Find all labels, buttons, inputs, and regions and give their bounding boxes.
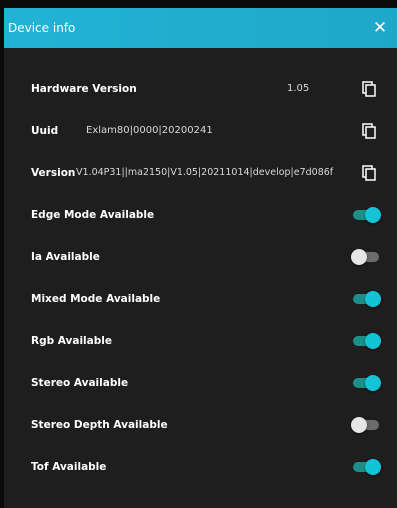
stereo-depth-label: Stereo Depth Available <box>31 419 168 431</box>
toggle-thumb <box>365 375 381 391</box>
tof-label: Tof Available <box>31 461 107 473</box>
close-icon: ✕ <box>372 18 388 38</box>
copy-icon <box>362 165 376 181</box>
version-label: Version <box>31 167 76 179</box>
version-row: Version V1.04P31||ma2150|V1.05|20211014|… <box>4 152 397 194</box>
toggle-row-ia: Ia Available <box>4 236 397 278</box>
toggle-thumb <box>365 459 381 475</box>
stereo-depth-toggle[interactable] <box>351 417 381 433</box>
copy-uuid-button[interactable] <box>360 122 378 140</box>
dialog-title: Device info <box>8 21 76 35</box>
hardware-version-value: 1.05 <box>287 83 310 94</box>
copy-hardware-version-button[interactable] <box>360 80 378 98</box>
uuid-value: Exlam80|0000|20200241 <box>86 125 213 136</box>
dialog-header: Device info ✕ <box>4 8 397 48</box>
toggle-thumb <box>365 207 381 223</box>
copy-version-button[interactable] <box>360 164 378 182</box>
tof-toggle[interactable] <box>353 459 381 475</box>
toggle-row-tof: Tof Available <box>4 446 397 488</box>
edge-mode-toggle[interactable] <box>353 207 381 223</box>
uuid-label: Uuid <box>31 125 59 137</box>
stereo-toggle[interactable] <box>353 375 381 391</box>
toggle-row-rgb: Rgb Available <box>4 320 397 362</box>
toggle-thumb <box>365 291 381 307</box>
copy-icon <box>362 81 376 97</box>
toggle-thumb <box>365 333 381 349</box>
uuid-row: Uuid Exlam80|0000|20200241 <box>4 110 397 152</box>
hardware-version-label: Hardware Version <box>31 83 137 95</box>
copy-icon <box>362 123 376 139</box>
version-value: V1.04P31||ma2150|V1.05|20211014|develop|… <box>76 167 334 178</box>
toggle-row-mixed-mode: Mixed Mode Available <box>4 278 397 320</box>
toggle-row-stereo-depth: Stereo Depth Available <box>4 404 397 446</box>
hardware-version-row: Hardware Version 1.05 <box>4 68 397 110</box>
mixed-mode-label: Mixed Mode Available <box>31 293 161 305</box>
mixed-mode-toggle[interactable] <box>353 291 381 307</box>
toggle-thumb <box>351 249 367 265</box>
ia-label: Ia Available <box>31 251 100 263</box>
rgb-toggle[interactable] <box>353 333 381 349</box>
toggle-row-stereo: Stereo Available <box>4 362 397 404</box>
rgb-label: Rgb Available <box>31 335 112 347</box>
ia-toggle[interactable] <box>351 249 381 265</box>
toggle-thumb <box>351 417 367 433</box>
edge-mode-label: Edge Mode Available <box>31 209 155 221</box>
toggle-row-edge-mode: Edge Mode Available <box>4 194 397 236</box>
close-button[interactable]: ✕ <box>369 17 391 39</box>
device-info-dialog: Device info ✕ Hardware Version 1.05 Uuid… <box>4 8 397 508</box>
stereo-label: Stereo Available <box>31 377 129 389</box>
